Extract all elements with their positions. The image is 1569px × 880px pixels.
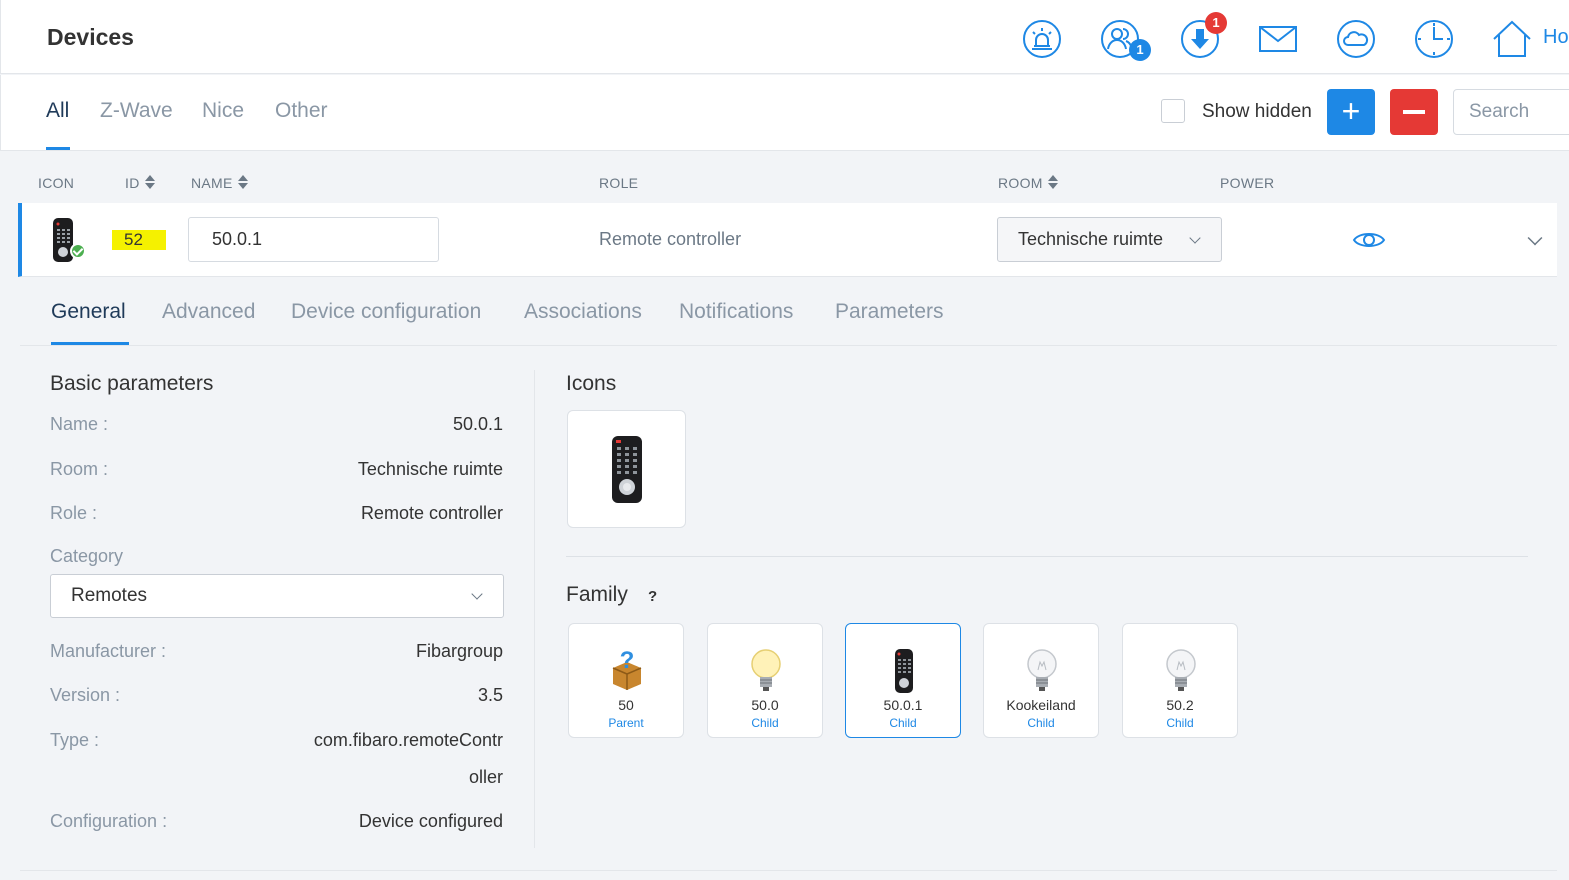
- chevron-down-icon: [471, 588, 483, 600]
- icons-title: Icons: [566, 372, 617, 395]
- column-header-icon: ICON: [38, 175, 75, 191]
- remote-icon: [612, 436, 642, 503]
- family-member-card[interactable]: Kookeiland Child: [983, 623, 1099, 738]
- mail-icon[interactable]: [1257, 18, 1299, 60]
- room-value: Technische ruimte: [357, 459, 503, 479]
- device-role: Remote controller: [599, 229, 742, 249]
- tab-advanced[interactable]: Advanced: [162, 300, 255, 324]
- manufacturer-label: Manufacturer :: [50, 641, 167, 661]
- version-label: Version :: [50, 685, 121, 705]
- family-member-name: 50.0: [751, 697, 779, 713]
- name-value: 50.0.1: [452, 414, 503, 434]
- family-member-card[interactable]: ? 50 Parent: [568, 623, 684, 738]
- column-header-power: POWER: [1220, 175, 1275, 191]
- family-member-relation: Child: [751, 716, 779, 730]
- unknown-box-icon: ?: [612, 648, 642, 690]
- users-badge: 1: [1129, 39, 1151, 61]
- weather-icon[interactable]: [1335, 18, 1377, 60]
- device-id: 52: [112, 230, 166, 250]
- type-value-line-1: com.fibaro.remoteContr: [313, 730, 503, 750]
- page-title: Devices: [47, 24, 134, 50]
- home-icon[interactable]: [1491, 18, 1533, 60]
- section-divider: [566, 556, 1528, 557]
- help-icon[interactable]: ?: [648, 588, 657, 605]
- manufacturer-value: Fibargroup: [415, 641, 503, 661]
- show-hidden-label[interactable]: Show hidden: [1202, 101, 1312, 123]
- category-label: Category: [50, 546, 124, 566]
- device-row[interactable]: 52 50.0.1 Remote controller Technische r…: [18, 203, 1557, 277]
- eye-icon[interactable]: [1352, 229, 1386, 251]
- tab-parameters[interactable]: Parameters: [835, 300, 944, 324]
- family-member-card-selected[interactable]: 50.0.1 Child: [845, 623, 961, 738]
- add-device-button[interactable]: +: [1327, 89, 1375, 135]
- sort-icon[interactable]: [237, 175, 248, 190]
- tab-device-configuration[interactable]: Device configuration: [291, 300, 481, 324]
- active-tab-indicator: [51, 342, 129, 345]
- download-badge: 1: [1205, 12, 1227, 34]
- version-value: 3.5: [477, 685, 503, 705]
- status-ok-icon: [70, 243, 86, 259]
- column-header-room[interactable]: ROOM: [998, 175, 1058, 191]
- sort-icon[interactable]: [1047, 175, 1058, 190]
- type-value-line-2: oller: [468, 767, 503, 787]
- device-name-field[interactable]: 50.0.1: [188, 217, 439, 262]
- bulb-off-icon: [1166, 649, 1196, 691]
- top-header: Devices 1 1 Ho: [0, 0, 1569, 74]
- tab-general[interactable]: General: [51, 300, 126, 324]
- tab-nice[interactable]: Nice: [202, 99, 244, 123]
- family-member-name: Kookeiland: [1006, 697, 1076, 713]
- remove-device-button[interactable]: [1390, 89, 1438, 135]
- room-select-value: Technische ruimte: [1018, 229, 1164, 249]
- configuration-value: Device configured: [358, 811, 503, 831]
- room-label: Room :: [50, 459, 109, 479]
- svg-text:?: ?: [620, 648, 635, 674]
- family-member-name: 50.2: [1166, 697, 1194, 713]
- tab-other[interactable]: Other: [275, 99, 328, 123]
- column-header-id[interactable]: ID: [125, 175, 155, 191]
- family-member-relation: Child: [889, 716, 917, 730]
- bulb-on-icon: [751, 649, 781, 691]
- category-select[interactable]: Remotes: [50, 574, 504, 618]
- family-member-name: 50: [618, 697, 634, 713]
- family-member-card[interactable]: 50.0 Child: [707, 623, 823, 738]
- users-icon[interactable]: 1: [1099, 18, 1151, 61]
- family-member-relation: Child: [1166, 716, 1194, 730]
- bulb-off-icon: [1027, 649, 1057, 691]
- name-label: Name :: [50, 414, 109, 434]
- filter-bar: All Z-Wave Nice Other Show hidden +: [0, 75, 1569, 151]
- device-icon-card[interactable]: [567, 410, 686, 528]
- column-header-name[interactable]: NAME: [191, 175, 248, 191]
- tab-z-wave[interactable]: Z-Wave: [100, 99, 173, 123]
- type-label: Type :: [50, 730, 100, 750]
- tab-notifications[interactable]: Notifications: [679, 300, 793, 324]
- family-title: Family: [566, 583, 628, 606]
- tab-associations[interactable]: Associations: [524, 300, 642, 324]
- family-member-name: 50.0.1: [883, 697, 923, 713]
- alarm-icon[interactable]: [1021, 18, 1063, 60]
- tab-all[interactable]: All: [46, 99, 69, 123]
- home-label[interactable]: Ho: [1543, 26, 1569, 49]
- family-member-relation: Child: [1027, 716, 1055, 730]
- room-select[interactable]: Technische ruimte: [997, 217, 1222, 262]
- family-member-card[interactable]: 50.2 Child: [1122, 623, 1238, 738]
- search-input[interactable]: [1453, 89, 1569, 135]
- configuration-label: Configuration :: [50, 811, 168, 831]
- column-divider: [534, 370, 535, 848]
- panel-bottom-edge: [20, 870, 1557, 880]
- remote-icon: [895, 649, 913, 693]
- show-hidden-checkbox[interactable]: [1161, 99, 1185, 123]
- download-icon[interactable]: 1: [1179, 12, 1227, 60]
- active-tab-indicator: [46, 147, 70, 150]
- category-select-value: Remotes: [71, 585, 148, 606]
- detail-tabs: General Advanced Device configuration As…: [20, 278, 1557, 346]
- clock-icon[interactable]: [1413, 18, 1455, 60]
- role-label: Role :: [50, 503, 98, 523]
- family-member-relation: Parent: [608, 716, 644, 730]
- chevron-down-icon: [1189, 232, 1201, 244]
- chevron-down-icon[interactable]: [1527, 230, 1543, 246]
- role-value: Remote controller: [360, 503, 503, 523]
- column-header-role: ROLE: [599, 175, 639, 191]
- basic-parameters-title: Basic parameters: [50, 372, 214, 395]
- sort-icon[interactable]: [144, 175, 155, 190]
